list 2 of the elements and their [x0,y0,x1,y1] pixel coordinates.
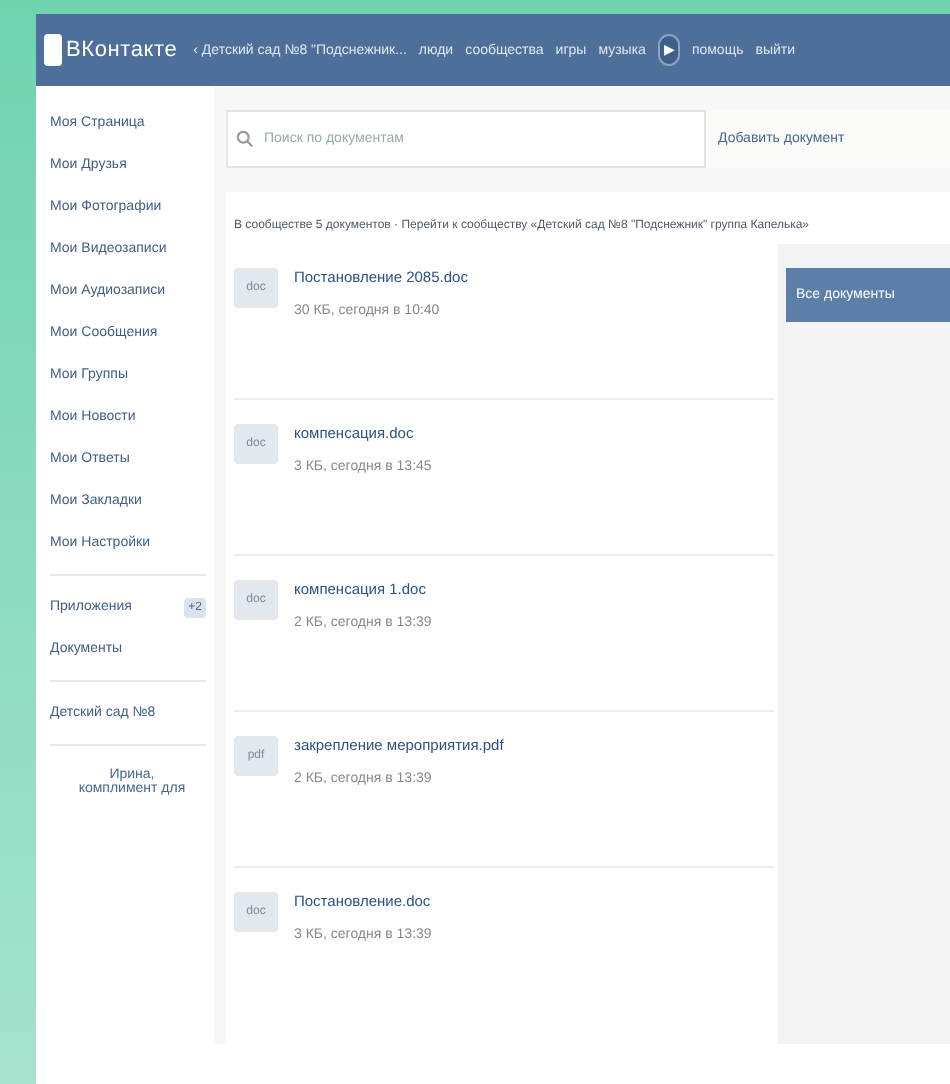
logo-text[interactable]: ВКонтакте [66,38,178,62]
logo-icon [44,34,62,66]
